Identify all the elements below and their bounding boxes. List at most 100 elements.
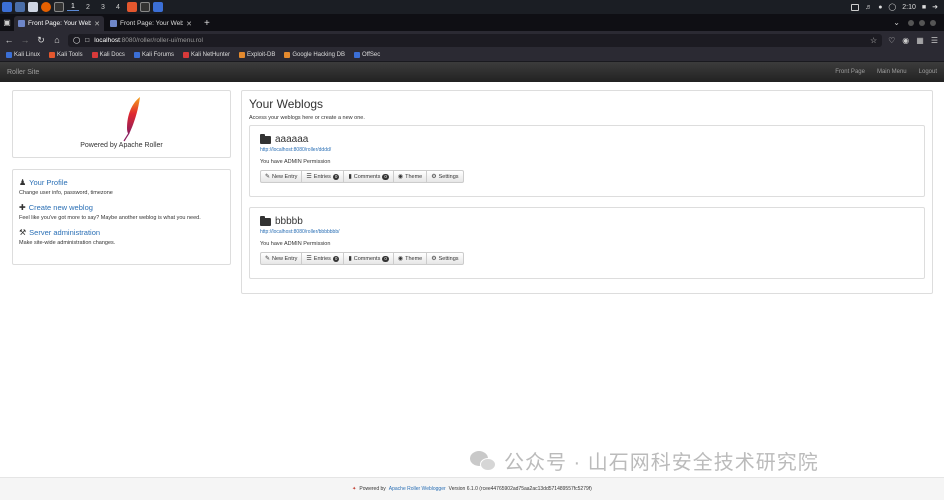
weblogs-panel: Your Weblogs Access your weblogs here or… [241,90,933,294]
forward-icon[interactable]: → [20,35,30,45]
plus-icon: ✚ [19,203,26,212]
bookmark-kali-docs[interactable]: Kali Docs [91,52,125,58]
server-admin-desc: Make site-wide administration changes. [19,240,116,246]
bookmark-kali-tools[interactable]: Kali Tools [49,52,83,58]
gear-icon: ⚙ [431,256,437,262]
site-brand-link[interactable]: Roller Site [7,69,39,76]
burp-icon[interactable] [127,2,137,12]
new-tab-button[interactable]: + [198,16,216,31]
weblog-permission: You have ADMIN Permission [260,159,331,165]
footer-roller-link[interactable]: Apache Roller Weblogger [389,486,446,492]
minimize-window-icon[interactable] [908,19,914,26]
bookmark-star-icon[interactable]: ☆ [870,36,877,45]
bookmark-google-hacking-db[interactable]: Google Hacking DB [284,52,345,58]
shield-icon[interactable]: ◯ [73,36,80,44]
display-icon[interactable] [851,3,860,11]
workspace-1[interactable]: 1 [67,3,79,11]
close-tab-icon[interactable]: ✕ [94,20,100,28]
weblog-url-link[interactable]: http://localhost:8080/roller/bbbbbbb/ [260,229,914,235]
entries-count-badge: 0 [332,255,340,262]
exploit-db-icon [238,52,245,58]
powered-by-text: Powered by Apache Roller [80,142,163,149]
new-entry-button[interactable]: ✎ New Entry [261,253,303,264]
entries-count-badge: 0 [332,173,340,180]
tab-list-chevron-icon[interactable]: ⌄ [893,14,908,31]
wechat-icon [470,449,498,473]
tab-front-page-1[interactable]: Front Page: Your Weblog ✕ [14,16,104,31]
browser-nav-bar: ← → ↻ ⌂ ◯ □ localhost:8080/roller/roller… [0,31,944,49]
theme-button[interactable]: ◉ Theme [394,171,428,182]
volume-icon[interactable]: ♬ [865,4,872,11]
close-window-icon[interactable] [930,19,936,26]
kali-menu-icon[interactable] [2,2,12,12]
tab-overview-icon[interactable]: ▣ [0,14,14,31]
bookmark-exploit-db[interactable]: Exploit-DB [238,52,275,58]
tab-title: Front Page: Your Weblog [28,20,92,27]
bookmark-kali-linux[interactable]: Kali Linux [6,52,40,58]
menu-icon[interactable]: ☰ [931,36,938,45]
main-menu-link[interactable]: Main Menu [877,69,907,75]
apache-feather-icon [123,97,140,142]
workspace-2[interactable]: 2 [82,4,94,11]
user-icon: ♟ [19,178,27,187]
workspace-4[interactable]: 4 [112,4,124,11]
clock: 2:10 [902,3,916,11]
settings-button[interactable]: ⚙ Settings [427,253,462,264]
firefox-icon[interactable] [41,2,51,12]
your-profile-desc: Change user info, password, timezone [19,190,113,196]
os-top-panel: 1 2 3 4 ♬ ● ◯ 2:10 ■ ➜ [0,0,944,14]
bookmark-kali-nethunter[interactable]: Kali NetHunter [182,52,230,58]
folder-window-icon[interactable] [153,2,163,12]
logout-link[interactable]: Logout [919,69,937,75]
back-icon[interactable]: ← [4,35,14,45]
reload-icon[interactable]: ↻ [36,35,46,46]
server-admin-link[interactable]: ⚒ Server administration [19,228,224,237]
terminal-icon[interactable] [54,2,64,12]
tab-front-page-2[interactable]: Front Page: Your Weblog ✕ [106,16,196,31]
roller-favicon-icon [18,20,25,27]
extensions-icon[interactable]: ▦ [916,36,924,45]
footer: ✦ Powered by Apache Roller Weblogger Ver… [0,477,944,500]
folder-open-icon [260,133,271,144]
watermark-text: 公众号 · 山石网科安全技术研究院 [504,452,819,474]
maximize-window-icon[interactable] [919,19,925,26]
your-profile-link[interactable]: ♟ Your Profile [19,178,224,187]
account-icon[interactable]: ◉ [902,36,909,45]
weblog-card: bbbbb http://localhost:8080/roller/bbbbb… [249,207,925,279]
home-icon[interactable]: ⌂ [52,35,62,45]
files-icon[interactable] [28,2,38,12]
front-page-link[interactable]: Front Page [835,69,865,75]
browser-tab-bar: ▣ Front Page: Your Weblog ✕ Front Page: … [0,14,944,31]
notification-icon[interactable]: ● [878,4,882,11]
settings-button[interactable]: ⚙ Settings [427,171,462,182]
logout-icon[interactable]: ➜ [932,3,938,11]
offsec-icon [354,52,361,58]
page-icon[interactable]: □ [85,37,89,44]
pocket-icon[interactable]: ♡ [888,36,895,45]
power-icon[interactable]: ◯ [888,3,896,11]
desktop-icon[interactable] [15,2,25,12]
lock-icon[interactable]: ■ [922,4,926,11]
entries-button[interactable]: ☰ Entries 0 [302,253,345,264]
kali-tools-icon [49,52,56,58]
roller-favicon-icon [110,20,117,27]
bookmark-kali-forums[interactable]: Kali Forums [133,52,174,58]
comments-count-badge: 0 [382,173,389,180]
comments-button[interactable]: ▮ Comments 0 [344,253,394,264]
close-tab-icon[interactable]: ✕ [186,20,192,28]
theme-button[interactable]: ◉ Theme [394,253,428,264]
create-weblog-link[interactable]: ✚ Create new weblog [19,203,224,212]
footer-prefix: Powered by [359,486,386,492]
logo-panel: Powered by Apache Roller [12,90,231,158]
url-bar[interactable]: ◯ □ localhost:8080/roller/roller-ui/menu… [68,33,883,47]
list-icon: ☰ [306,256,312,262]
weblog-url-link[interactable]: http://localhost:8080/roller/dddd/ [260,147,914,153]
workspace-3[interactable]: 3 [97,4,109,11]
entries-button[interactable]: ☰ Entries 0 [302,171,345,182]
wechat-watermark: 公众号 · 山石网科安全技术研究院 [470,446,819,475]
new-entry-button[interactable]: ✎ New Entry [261,171,303,182]
terminal-window-icon[interactable] [140,2,150,12]
google-hacking-db-icon [284,52,291,58]
bookmark-offsec[interactable]: OffSec [354,52,380,58]
comments-button[interactable]: ▮ Comments 0 [344,171,394,182]
